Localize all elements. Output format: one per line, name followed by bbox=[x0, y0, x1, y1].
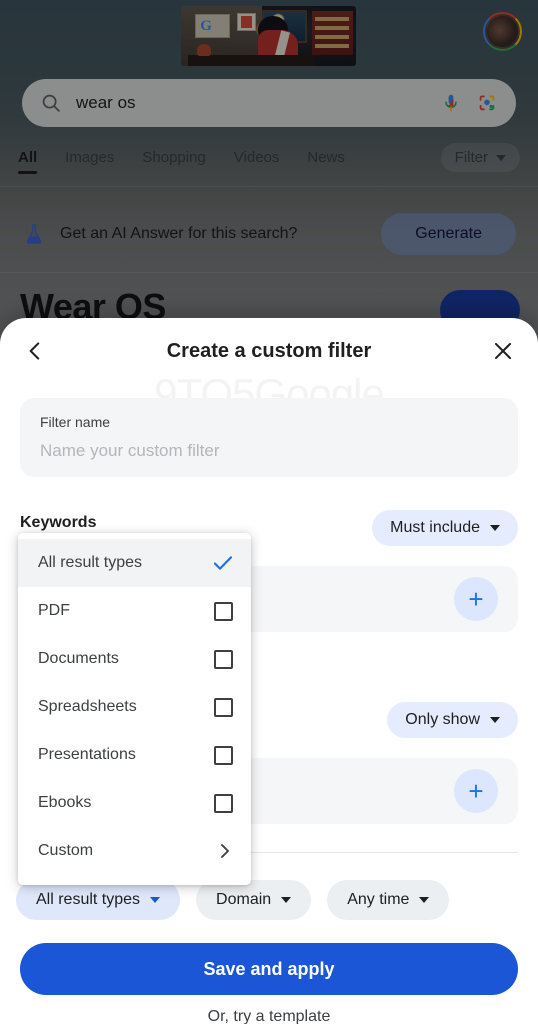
save-and-apply-button[interactable]: Save and apply bbox=[20, 943, 518, 995]
menu-item-label: Presentations bbox=[38, 746, 136, 763]
page-title: Create a custom filter bbox=[166, 339, 372, 362]
filter-name-label: Filter name bbox=[40, 414, 111, 430]
screen-root: G wear os All Images Shopping Videos New… bbox=[0, 0, 538, 1024]
menu-item-all-result-types[interactable]: All result types bbox=[18, 539, 251, 587]
only-show-dropdown[interactable]: Only show bbox=[387, 702, 518, 738]
chip-any-time[interactable]: Any time bbox=[327, 880, 450, 920]
menu-item-ebooks[interactable]: Ebooks bbox=[18, 779, 251, 827]
chip-domain-label: Domain bbox=[216, 891, 272, 908]
result-types-dropdown-menu: All result types PDF Documents Spreadshe… bbox=[18, 533, 251, 885]
filter-name-field[interactable]: Filter name Name your custom filter bbox=[20, 398, 518, 477]
chevron-down-icon bbox=[490, 525, 500, 531]
checkbox-icon[interactable] bbox=[214, 649, 233, 669]
try-a-template-link[interactable]: Or, try a template bbox=[0, 1008, 538, 1024]
chip-all-result-types-label: All result types bbox=[36, 891, 141, 908]
menu-item-label: All result types bbox=[38, 554, 143, 571]
menu-item-label: PDF bbox=[38, 602, 70, 619]
checkbox-icon[interactable] bbox=[214, 745, 233, 765]
add-only-show-button[interactable]: + bbox=[454, 769, 498, 813]
chevron-down-icon bbox=[281, 897, 292, 903]
must-include-label: Must include bbox=[390, 519, 480, 536]
menu-item-documents[interactable]: Documents bbox=[18, 635, 251, 683]
menu-item-label: Ebooks bbox=[38, 794, 92, 811]
chevron-right-icon bbox=[221, 844, 229, 858]
menu-item-presentations[interactable]: Presentations bbox=[18, 731, 251, 779]
section-label-keywords: Keywords bbox=[20, 514, 97, 531]
menu-item-label: Custom bbox=[38, 842, 94, 859]
checkbox-icon[interactable] bbox=[214, 793, 233, 813]
menu-item-label: Documents bbox=[38, 650, 119, 667]
chip-domain[interactable]: Domain bbox=[196, 880, 312, 920]
checkbox-icon[interactable] bbox=[214, 601, 233, 621]
chevron-down-icon bbox=[419, 897, 430, 903]
check-icon bbox=[213, 556, 233, 570]
menu-item-label: Spreadsheets bbox=[38, 698, 137, 715]
chip-any-time-label: Any time bbox=[347, 891, 410, 908]
checkbox-icon[interactable] bbox=[214, 697, 233, 717]
chevron-down-icon bbox=[150, 897, 161, 903]
filter-chips-row: All result types Domain Any time bbox=[16, 880, 450, 920]
chip-all-result-types[interactable]: All result types bbox=[16, 880, 181, 920]
only-show-label: Only show bbox=[405, 711, 480, 728]
must-include-dropdown[interactable]: Must include bbox=[372, 510, 518, 546]
menu-item-spreadsheets[interactable]: Spreadsheets bbox=[18, 683, 251, 731]
filter-name-input[interactable]: Name your custom filter bbox=[40, 441, 498, 461]
menu-item-pdf[interactable]: PDF bbox=[18, 587, 251, 635]
chevron-down-icon bbox=[490, 717, 500, 723]
menu-item-custom[interactable]: Custom bbox=[18, 827, 251, 875]
sheet-header: Create a custom filter bbox=[0, 318, 538, 384]
add-keyword-button[interactable]: + bbox=[454, 577, 498, 621]
